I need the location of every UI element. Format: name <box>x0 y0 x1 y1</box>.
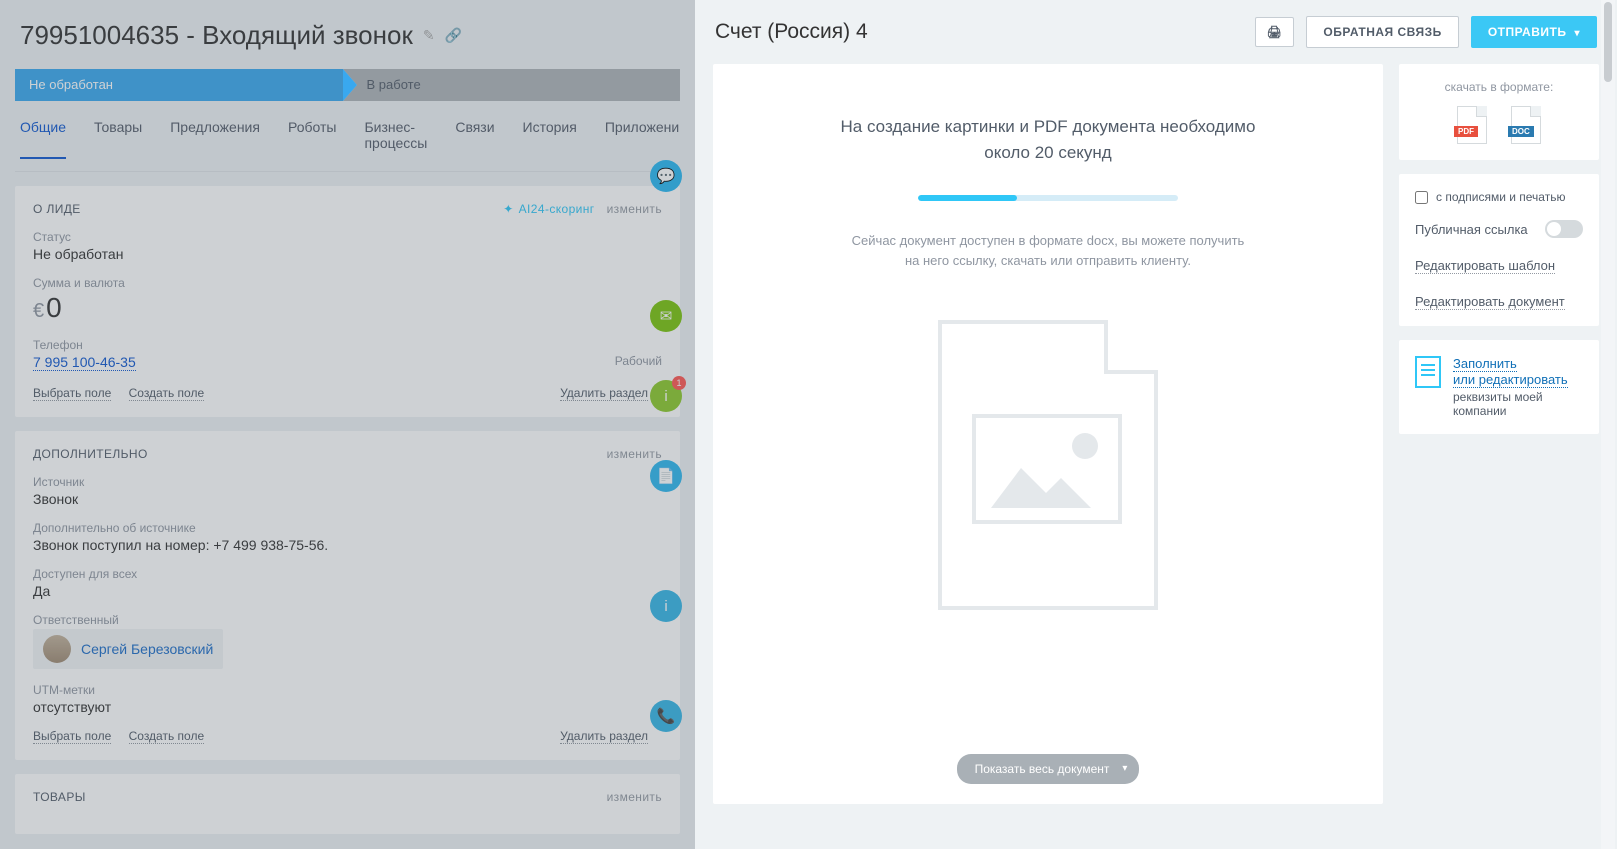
source-value: Звонок <box>33 491 662 507</box>
chevron-down-icon: ▾ <box>1574 28 1580 39</box>
edit-template-link[interactable]: Редактировать шаблон <box>1415 258 1555 274</box>
amount-label: Сумма и валюта <box>33 276 662 290</box>
responsible-chip[interactable]: Сергей Березовский <box>33 629 223 669</box>
amount-value: €0 <box>33 292 662 324</box>
tab-general[interactable]: Общие <box>20 119 66 159</box>
lead-title: 79951004635 - Входящий звонок <box>20 20 413 51</box>
signatures-checkbox-row[interactable]: с подписями и печатью <box>1415 190 1583 204</box>
scoring-icon: ✦ <box>503 202 513 216</box>
select-field-link[interactable]: Выбрать поле <box>33 386 111 401</box>
source-detail-value: Звонок поступил на номер: +7 499 938-75-… <box>33 537 662 553</box>
responsible-name: Сергей Березовский <box>81 641 213 657</box>
requisites-fill-link[interactable]: Заполнить <box>1453 356 1517 372</box>
doc-title: Счет (Россия) 4 <box>715 20 1243 44</box>
public-link-toggle[interactable] <box>1545 220 1583 238</box>
timeline-comment-icon[interactable]: 💬 <box>650 160 682 192</box>
show-full-doc-button[interactable]: Показать весь документ▾ <box>957 754 1140 784</box>
stage-active[interactable]: Не обработан <box>15 69 343 101</box>
signatures-checkbox[interactable] <box>1415 191 1428 204</box>
print-button[interactable]: 🖨 <box>1255 17 1295 47</box>
products-edit-link[interactable]: изменить <box>607 790 662 804</box>
public-value: Да <box>33 583 662 599</box>
extra-heading: ДОПОЛНИТЕЛЬНО <box>33 447 148 461</box>
tab-bp[interactable]: Бизнес-процессы <box>364 119 427 159</box>
timeline-call-icon[interactable]: 📞 <box>650 700 682 732</box>
progress-bar <box>918 195 1178 201</box>
requisites-box: Заполнить или редактировать реквизиты мо… <box>1399 340 1599 434</box>
edit-icon[interactable]: ✎ <box>423 27 435 44</box>
create-field-link[interactable]: Создать поле <box>129 386 205 401</box>
requisites-sub: реквизиты моей компании <box>1453 390 1583 418</box>
timeline-badge: 1 <box>672 376 686 390</box>
edit-document-link[interactable]: Редактировать документ <box>1415 294 1565 310</box>
extra-card: ДОПОЛНИТЕЛЬНО изменить Источник Звонок Д… <box>15 431 680 760</box>
source-detail-label: Дополнительно об источнике <box>33 521 662 535</box>
print-icon: 🖨 <box>1267 25 1283 39</box>
ai-scoring-link[interactable]: ✦AI24-скоринг <box>503 202 594 216</box>
phone-label: Телефон <box>33 338 662 352</box>
tab-apps[interactable]: Приложени <box>605 119 679 159</box>
link-icon[interactable]: 🔗 <box>445 27 462 44</box>
delete-section-link-2[interactable]: Удалить раздел <box>560 729 648 744</box>
utm-label: UTM-метки <box>33 683 662 697</box>
select-field-link-2[interactable]: Выбрать поле <box>33 729 111 744</box>
status-label: Статус <box>33 230 662 244</box>
chevron-down-icon: ▾ <box>1122 763 1127 774</box>
timeline-info2-icon[interactable]: i <box>650 590 682 622</box>
download-pdf-button[interactable]: PDF <box>1457 106 1487 144</box>
doc-preview: На создание картинки и PDF документа нео… <box>713 64 1383 804</box>
about-heading: О ЛИДЕ <box>33 202 81 216</box>
stage-bar: Не обработан В работе <box>15 69 680 101</box>
tabs: Общие Товары Предложения Роботы Бизнес-п… <box>15 119 680 172</box>
public-link-label: Публичная ссылка <box>1415 222 1528 237</box>
source-label: Источник <box>33 475 662 489</box>
feedback-button[interactable]: ОБРАТНАЯ СВЯЗЬ <box>1306 16 1458 48</box>
utm-value: отсутствуют <box>33 699 662 715</box>
create-field-link-2[interactable]: Создать поле <box>129 729 205 744</box>
status-value: Не обработан <box>33 246 662 262</box>
tab-links[interactable]: Связи <box>455 119 494 159</box>
download-doc-button[interactable]: DOC <box>1511 106 1541 144</box>
download-box: скачать в формате: PDF DOC <box>1399 64 1599 160</box>
timeline: 💬 ✉ i1 📄 i 📞 <box>650 160 690 780</box>
timeline-doc-icon[interactable]: 📄 <box>650 460 682 492</box>
scrollbar[interactable] <box>1601 0 1615 849</box>
public-label: Доступен для всех <box>33 567 662 581</box>
options-box: с подписями и печатью Публичная ссылка Р… <box>1399 174 1599 326</box>
phone-link[interactable]: 7 995 100-46-35 <box>33 354 136 371</box>
doc-placeholder-icon <box>938 320 1158 610</box>
download-title: скачать в формате: <box>1415 80 1583 94</box>
about-card: О ЛИДЕ ✦AI24-скоринг изменить Статус Не … <box>15 186 680 417</box>
document-panel: Счет (Россия) 4 🖨 ОБРАТНАЯ СВЯЗЬ ОТПРАВИ… <box>695 0 1617 849</box>
doc-loading-msg: На создание картинки и PDF документа нео… <box>841 114 1256 165</box>
avatar <box>43 635 71 663</box>
tab-offers[interactable]: Предложения <box>170 119 260 159</box>
requisites-icon <box>1415 356 1441 388</box>
stage-next[interactable]: В работе <box>343 69 681 101</box>
timeline-info-icon[interactable]: i1 <box>650 380 682 412</box>
timeline-chat-icon[interactable]: ✉ <box>650 300 682 332</box>
products-heading: ТОВАРЫ <box>33 790 86 804</box>
tab-products[interactable]: Товары <box>94 119 142 159</box>
delete-section-link[interactable]: Удалить раздел <box>560 386 648 401</box>
requisites-edit-link[interactable]: или редактировать <box>1453 372 1568 388</box>
responsible-label: Ответственный <box>33 613 662 627</box>
doc-sub-msg: Сейчас документ доступен в формате docx,… <box>852 231 1245 270</box>
tab-history[interactable]: История <box>523 119 577 159</box>
signatures-label: с подписями и печатью <box>1436 190 1565 204</box>
send-button[interactable]: ОТПРАВИТЬ▾ <box>1471 16 1597 48</box>
tab-robots[interactable]: Роботы <box>288 119 336 159</box>
scroll-thumb[interactable] <box>1604 2 1612 82</box>
products-card: ТОВАРЫ изменить <box>15 774 680 834</box>
